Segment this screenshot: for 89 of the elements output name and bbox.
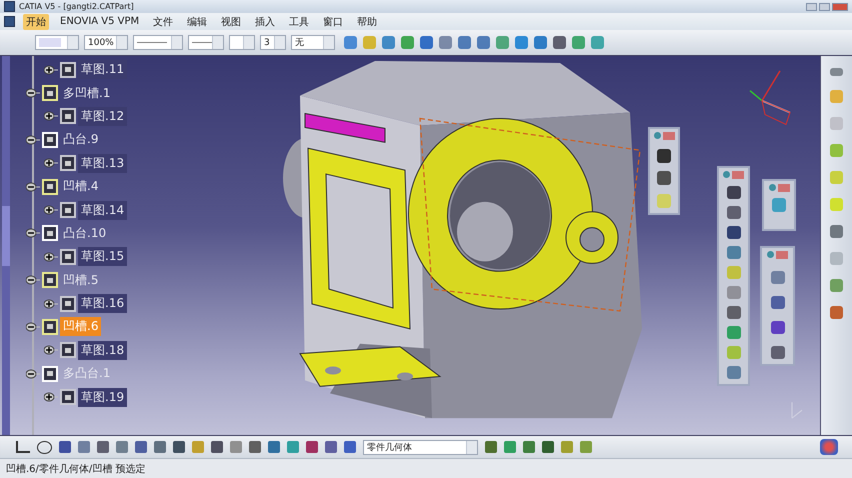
tree-item[interactable]: 多凹槽.1: [60, 84, 114, 103]
expand-toggle-icon[interactable]: [44, 298, 58, 309]
sketch-icon: [60, 202, 76, 218]
tool-icon[interactable]: [657, 148, 671, 163]
compass-icon: [750, 70, 791, 126]
zoom-dropdown[interactable]: 100%: [84, 35, 128, 50]
sketch-icon: [60, 108, 76, 124]
pin-icon[interactable]: [767, 251, 774, 258]
feature-icon: [42, 366, 58, 382]
sketch-icon: [60, 389, 76, 406]
collapse-toggle-icon[interactable]: [26, 368, 40, 379]
minimize-button[interactable]: [806, 2, 817, 10]
collapse-toggle-icon[interactable]: [26, 322, 40, 332]
tool-icon[interactable]: [726, 206, 740, 219]
line-type-dropdown[interactable]: [133, 35, 183, 50]
tree-item[interactable]: 草图.11: [78, 60, 128, 80]
tool-icon[interactable]: [770, 296, 784, 309]
body-dropdown[interactable]: 零件几何体: [363, 440, 478, 454]
menu-item[interactable]: ENOVIA V5 VPM: [57, 15, 142, 28]
sketch-icon: [60, 342, 76, 358]
menu-item[interactable]: 编辑: [184, 14, 210, 30]
document-icon: [4, 16, 15, 27]
logo-icon: [820, 439, 838, 455]
pin-icon[interactable]: [768, 184, 776, 191]
feature-icon: [42, 318, 58, 335]
expand-toggle-icon[interactable]: [44, 111, 58, 122]
close-button[interactable]: [832, 2, 848, 10]
close-icon[interactable]: [778, 184, 790, 192]
expand-toggle-icon[interactable]: [44, 158, 58, 168]
line-style-dropdown[interactable]: [188, 35, 224, 50]
maximize-button[interactable]: [819, 2, 830, 10]
point-style-dropdown[interactable]: [229, 35, 255, 50]
feature-icon: [42, 178, 58, 195]
scrollbar[interactable]: [2, 56, 10, 435]
collapse-toggle-icon[interactable]: [26, 275, 40, 286]
menu-item[interactable]: 开始: [23, 14, 49, 30]
layer-dropdown[interactable]: 无: [291, 35, 335, 50]
tree-item[interactable]: 草图.15: [78, 247, 128, 266]
tool-icon[interactable]: [420, 36, 433, 49]
feature-icon: [42, 225, 58, 242]
sketch-icon: [60, 155, 76, 172]
app-icon: [4, 1, 15, 12]
sketch-icon: [60, 62, 76, 78]
close-icon[interactable]: [662, 132, 674, 140]
collapse-toggle-icon[interactable]: [26, 182, 40, 192]
menu-item[interactable]: 窗口: [320, 14, 346, 30]
collapse-toggle-icon[interactable]: [26, 228, 40, 238]
feature-icon: [42, 85, 58, 102]
expand-toggle-icon[interactable]: [44, 392, 58, 402]
tool-icon[interactable]: [726, 186, 740, 199]
tool-icon[interactable]: [657, 171, 671, 186]
menu-item[interactable]: 视图: [218, 14, 244, 30]
tool-icon[interactable]: [770, 346, 784, 359]
tree-item[interactable]: 草图.12: [78, 106, 128, 126]
tree-item[interactable]: 草图.13: [78, 154, 128, 173]
feature-icon: [42, 132, 58, 148]
tree-item[interactable]: 凹槽.5: [60, 270, 102, 290]
pin-icon[interactable]: [723, 171, 730, 178]
menu-item[interactable]: 文件: [150, 14, 176, 30]
sketch-icon: [60, 248, 76, 265]
tree-item[interactable]: 凹槽.4: [60, 177, 102, 196]
tool-icon[interactable]: [553, 36, 566, 49]
feature-icon: [42, 272, 58, 288]
pin-icon[interactable]: [654, 132, 660, 139]
menu-item[interactable]: 工具: [286, 14, 312, 30]
tool-icon[interactable]: [726, 306, 740, 319]
tree-item[interactable]: 凸台.10: [60, 224, 110, 243]
line-weight-dropdown[interactable]: 3: [260, 35, 286, 50]
sketch-icon: [60, 296, 76, 312]
speech-bubble-icon[interactable]: [37, 440, 52, 454]
tree-item[interactable]: 草图.18: [78, 340, 128, 360]
tree-item[interactable]: 草图.16: [78, 294, 128, 314]
axis-icon: [792, 402, 802, 419]
collapse-toggle-icon[interactable]: [26, 134, 40, 145]
tree-item[interactable]: 凸台.9: [60, 130, 102, 150]
expand-toggle-icon[interactable]: [44, 205, 58, 216]
color-dropdown[interactable]: [35, 35, 79, 50]
tree-item[interactable]: 草图.14: [78, 200, 128, 220]
expand-toggle-icon[interactable]: [44, 64, 58, 75]
tool-icon[interactable]: [726, 226, 740, 239]
expand-toggle-icon[interactable]: [44, 345, 58, 356]
collapse-toggle-icon[interactable]: [26, 88, 40, 98]
menu-item[interactable]: 帮助: [354, 14, 380, 30]
menu-item[interactable]: 插入: [252, 14, 278, 30]
expand-toggle-icon[interactable]: [44, 252, 58, 262]
tool-icon[interactable]: [770, 321, 784, 334]
window-title: CATIA V5 - [gangti2.CATPart]: [19, 2, 134, 11]
status-text: 凹槽.6/零件几何体/凹槽 预选定: [6, 462, 146, 476]
tree-item[interactable]: 草图.19: [78, 388, 128, 407]
